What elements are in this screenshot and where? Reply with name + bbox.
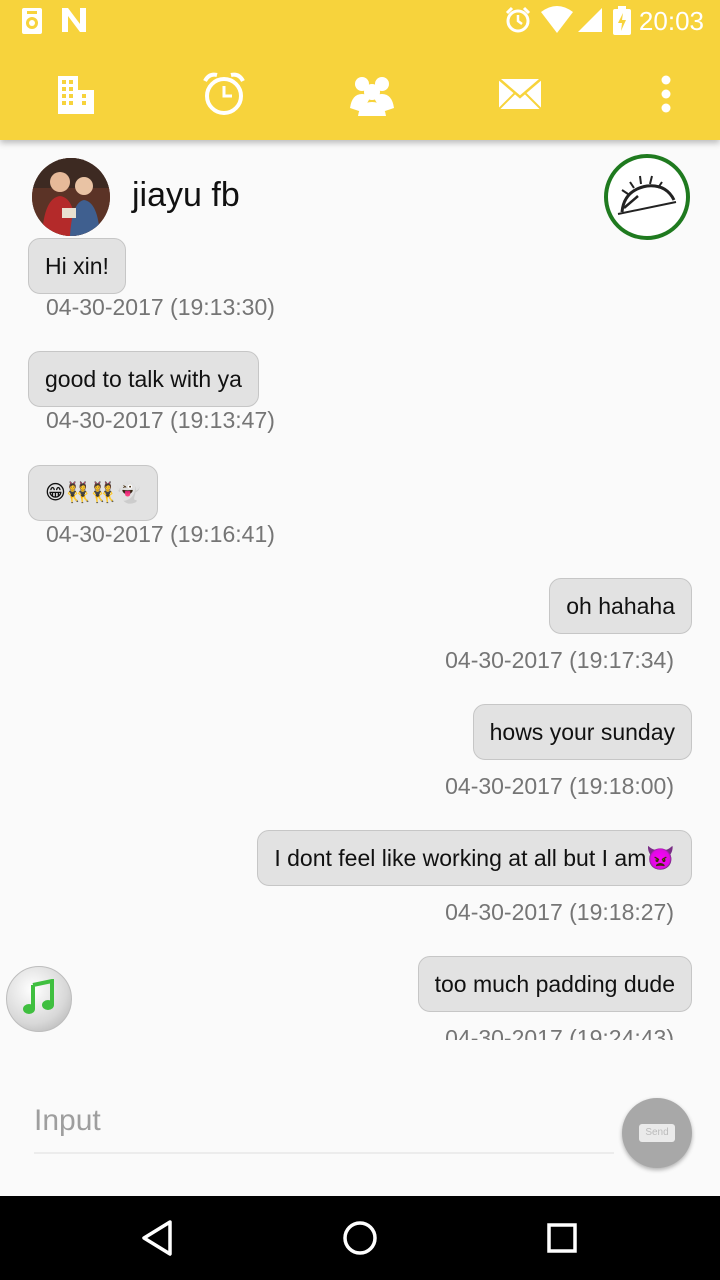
composer: Send — [0, 1090, 720, 1170]
message-list: Hi xin! 04-30-2017 (19:13:30) good to ta… — [0, 236, 720, 1040]
toolbar — [0, 44, 720, 140]
message-timestamp: 04-30-2017 (19:17:34) — [445, 647, 674, 673]
message-bubble[interactable]: oh hahaha — [549, 578, 692, 634]
music-note-icon — [22, 978, 56, 1020]
message-incoming: Hi xin! — [28, 238, 126, 294]
mail-icon[interactable] — [490, 64, 550, 124]
message-bubble[interactable]: Hi xin! — [28, 238, 126, 294]
send-button[interactable]: Send — [622, 1098, 692, 1168]
message-bubble[interactable]: I dont feel like working at all but I am… — [257, 830, 692, 886]
message-timestamp: 04-30-2017 (19:18:27) — [445, 899, 674, 925]
status-time: 20:03 — [638, 6, 704, 36]
message-bubble[interactable]: 😁👯👯👻 — [28, 465, 158, 521]
alarm-clock-icon[interactable] — [194, 64, 254, 124]
more-vert-icon[interactable] — [636, 64, 696, 124]
message-outgoing: too much padding dude — [417, 956, 692, 1012]
message-outgoing: I dont feel like working at all but I am… — [257, 830, 692, 886]
recents-icon[interactable] — [540, 1216, 584, 1260]
message-input[interactable] — [34, 1090, 614, 1154]
people-icon[interactable] — [342, 64, 402, 124]
n-letter-icon — [60, 6, 88, 39]
battery-charging-icon — [612, 6, 632, 41]
signal-icon — [576, 6, 604, 39]
app-bar: 20:03 — [0, 0, 720, 140]
message-bubble[interactable]: hows your sunday — [472, 704, 692, 760]
home-icon[interactable] — [338, 1216, 382, 1260]
storage-icon — [20, 6, 44, 41]
contact-name: jiayu fb — [132, 176, 240, 214]
message-incoming: 😁👯👯👻 — [28, 465, 158, 521]
message-bubble[interactable]: too much padding dude — [417, 956, 692, 1012]
back-icon[interactable] — [136, 1216, 180, 1260]
message-bubble[interactable]: good to talk with ya — [28, 351, 259, 407]
message-timestamp: 04-30-2017 (19:13:30) — [46, 294, 275, 320]
message-outgoing: hows your sunday — [472, 704, 692, 760]
send-icon: Send — [639, 1124, 675, 1142]
message-incoming: good to talk with ya — [28, 351, 259, 407]
chat-header: jiayu fb — [0, 150, 720, 240]
message-outgoing: oh hahaha — [549, 578, 692, 634]
message-timestamp: 04-30-2017 (19:18:00) — [445, 773, 674, 799]
message-timestamp: 04-30-2017 (19:13:47) — [46, 407, 275, 433]
building-icon[interactable] — [46, 64, 106, 124]
avatar[interactable] — [32, 158, 110, 236]
message-timestamp: 04-30-2017 (19:16:41) — [46, 521, 275, 547]
alarm-icon — [504, 6, 532, 39]
message-timestamp: 04-30-2017 (19:24:43) — [445, 1025, 674, 1040]
wifi-icon — [540, 6, 574, 39]
music-button[interactable] — [6, 966, 72, 1032]
navigation-bar — [0, 1196, 720, 1280]
gauge-icon[interactable] — [604, 154, 690, 240]
status-bar: 20:03 — [0, 0, 720, 44]
